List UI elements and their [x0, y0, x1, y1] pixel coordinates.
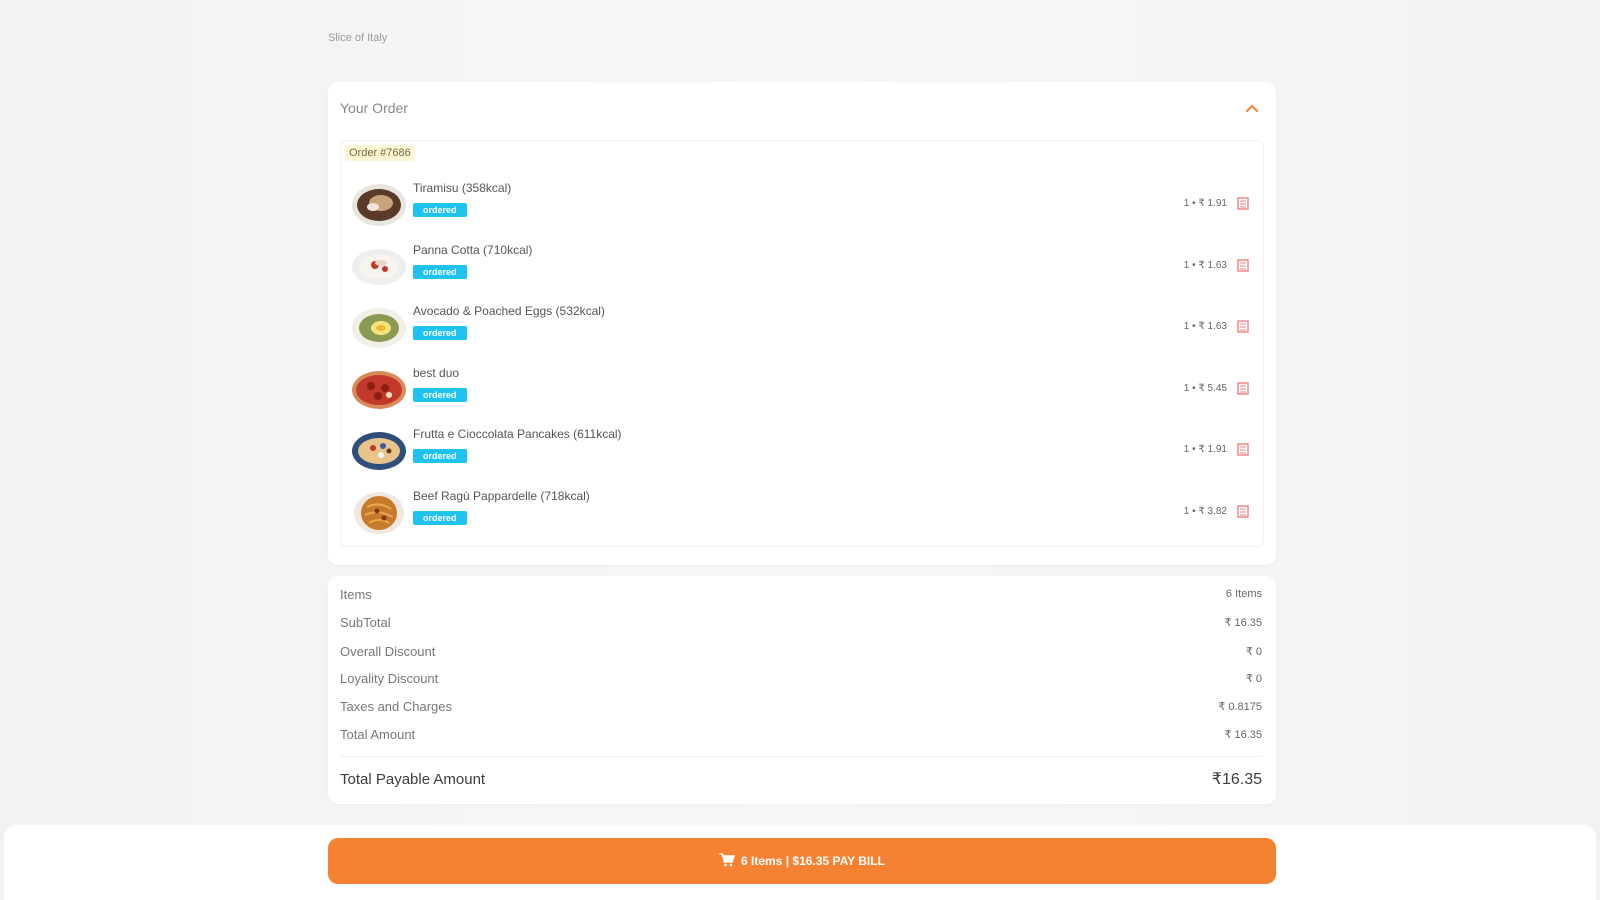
item-right: 1 • ₹ 1.63	[1183, 258, 1249, 272]
summary-loyalty-discount-value: ₹ 0	[1245, 672, 1262, 685]
item-name: Beef Ragù Pappardelle (718kcal)	[413, 488, 590, 503]
total-payable-label: Total Payable Amount	[340, 770, 486, 788]
status-badge: ordered	[413, 510, 467, 525]
item-qty-price: 1 • ₹ 5.45	[1183, 382, 1227, 394]
item-image	[351, 306, 407, 350]
order-title: Your Order	[340, 100, 408, 116]
summary-overall-discount-label: Overall Discount	[340, 643, 436, 659]
status-badge: ordered	[413, 326, 467, 340]
item-right: 1 • ₹ 1.91	[1184, 443, 1249, 456]
cart-icon	[719, 852, 735, 870]
order-items-panel: Order #7686 Tiramisu (358kcal) ordered 1…	[340, 140, 1264, 547]
order-number-badge: Order #7686	[345, 145, 415, 161]
summary-items-label: Items	[340, 586, 372, 602]
summary-loyalty-discount-row: Loyality Discount ₹ 0	[340, 668, 1262, 688]
total-payable-row: Total Payable Amount ₹16.35	[340, 766, 1262, 792]
footer-bar: 6 Items | $16.35 PAY BILL	[4, 825, 1596, 900]
item-info: Tiramisu (358kcal) ordered	[413, 181, 511, 218]
summary-total-amount-label: Total Amount	[340, 726, 416, 742]
status-badge: ordered	[413, 449, 467, 463]
summary-subtotal-label: SubTotal	[340, 614, 391, 630]
item-name: Panna Cotta (710kcal)	[413, 242, 533, 257]
summary-loyalty-discount-label: Loyality Discount	[340, 670, 439, 686]
delete-icon[interactable]	[1237, 197, 1249, 210]
summary-overall-discount-row: Overall Discount ₹ 0	[340, 641, 1262, 661]
list-item: Panna Cotta (710kcal) ordered 1 • ₹ 1.63	[341, 239, 1263, 301]
pay-bill-button[interactable]: 6 Items | $16.35 PAY BILL	[328, 838, 1276, 884]
item-info: best duo ordered	[413, 366, 467, 403]
item-name: best duo	[413, 365, 460, 380]
summary-taxes-label: Taxes and Charges	[340, 698, 453, 714]
order-header[interactable]: Your Order	[340, 96, 1264, 120]
item-info: Frutta e Cioccolata Pancakes (611kcal) o…	[413, 427, 622, 464]
item-image	[351, 245, 407, 289]
item-right: 1 • ₹ 1.63	[1184, 320, 1249, 333]
summary-subtotal-value: ₹ 16.35	[1224, 616, 1262, 629]
item-name: Tiramisu (358kcal)	[413, 181, 512, 195]
status-badge: ordered	[413, 203, 467, 217]
delete-icon[interactable]	[1237, 258, 1249, 272]
divider	[340, 756, 1262, 757]
chevron-up-icon[interactable]	[1240, 96, 1264, 120]
summary-taxes-value: ₹ 0.8175	[1218, 700, 1262, 713]
item-right: 1 • ₹ 5.45	[1183, 381, 1249, 395]
item-info: Beef Ragù Pappardelle (718kcal) ordered	[413, 489, 590, 526]
item-info: Avocado & Poached Eggs (532kcal) ordered	[413, 304, 605, 341]
item-qty-price: 1 • ₹ 1.91	[1183, 444, 1227, 455]
list-item: Tiramisu (358kcal) ordered 1 • ₹ 1.91	[341, 177, 1263, 239]
list-item: Beef Ragù Pappardelle (718kcal) ordered …	[341, 485, 1263, 547]
list-item: Avocado & Poached Eggs (532kcal) ordered…	[341, 300, 1263, 362]
summary-items-value: 6 Items	[1225, 588, 1262, 600]
item-image	[351, 491, 407, 535]
item-image	[351, 368, 407, 412]
summary-overall-discount-value: ₹ 0	[1245, 645, 1262, 658]
delete-icon[interactable]	[1237, 381, 1249, 395]
status-badge: ordered	[413, 264, 467, 279]
item-qty-price: 1 • ₹ 3.82	[1183, 505, 1227, 517]
summary-subtotal-row: SubTotal ₹ 16.35	[340, 612, 1262, 632]
item-image	[351, 429, 407, 473]
page: Slice of Italy Your Order Order #7686 Ti…	[0, 0, 1600, 900]
order-items-list: Tiramisu (358kcal) ordered 1 • ₹ 1.91 Pa…	[341, 177, 1263, 546]
summary-total-amount-row: Total Amount ₹ 16.35	[340, 724, 1262, 744]
order-card: Your Order Order #7686 Tiramisu (358kcal…	[328, 82, 1276, 565]
delete-icon[interactable]	[1237, 504, 1249, 518]
item-image	[351, 183, 407, 227]
item-name: Avocado & Poached Eggs (532kcal)	[413, 304, 605, 318]
delete-icon[interactable]	[1237, 320, 1249, 333]
summary-items-row: Items 6 Items	[340, 584, 1262, 604]
item-qty-price: 1 • ₹ 1.63	[1183, 321, 1227, 332]
item-name: Frutta e Cioccolata Pancakes (611kcal)	[413, 427, 622, 441]
item-right: 1 • ₹ 3.82	[1183, 504, 1249, 518]
item-qty-price: 1 • ₹ 1.91	[1183, 198, 1227, 209]
status-badge: ordered	[413, 387, 467, 402]
pay-bill-label: 6 Items | $16.35 PAY BILL	[741, 854, 885, 868]
item-qty-price: 1 • ₹ 1.63	[1183, 259, 1227, 271]
delete-icon[interactable]	[1237, 443, 1249, 456]
bill-summary-card: Items 6 Items SubTotal ₹ 16.35 Overall D…	[328, 576, 1276, 804]
summary-total-amount-value: ₹ 16.35	[1224, 728, 1262, 741]
breadcrumb[interactable]: Slice of Italy	[328, 32, 387, 44]
list-item: Frutta e Cioccolata Pancakes (611kcal) o…	[341, 423, 1263, 485]
list-item: best duo ordered 1 • ₹ 5.45	[341, 362, 1263, 424]
summary-taxes-row: Taxes and Charges ₹ 0.8175	[340, 696, 1262, 716]
item-right: 1 • ₹ 1.91	[1184, 197, 1249, 210]
total-payable-value: ₹16.35	[1211, 771, 1262, 788]
item-info: Panna Cotta (710kcal) ordered	[413, 243, 532, 280]
